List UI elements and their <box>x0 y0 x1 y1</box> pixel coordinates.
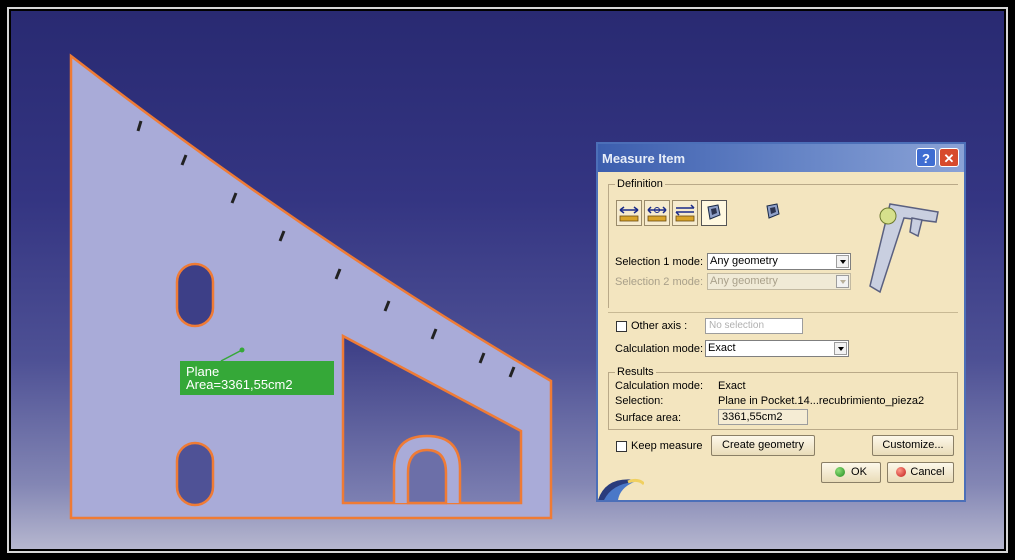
selection1-label: Selection 1 mode: <box>615 256 704 268</box>
measure-between-fan-icon[interactable] <box>672 200 698 226</box>
annotation-anchor <box>239 347 245 353</box>
annotation-line2: Area=3361,55cm2 <box>186 377 293 392</box>
screen-frame: Plane Area=3361,55cm2 Measure Item ? ✕ D… <box>0 0 1015 560</box>
selection2-combo: Any geometry <box>707 273 851 290</box>
calc-mode-value: Exact <box>708 342 736 354</box>
cancel-button[interactable]: Cancel <box>887 462 954 483</box>
dialog-title: Measure Item <box>602 151 686 166</box>
ok-label: OK <box>851 466 867 478</box>
selection1-value: Any geometry <box>710 255 778 267</box>
ok-button[interactable]: OK <box>821 462 881 483</box>
result-calc-mode-key: Calculation mode: <box>615 380 704 392</box>
other-axis-field[interactable]: No selection <box>705 318 803 334</box>
measure-between-icon[interactable] <box>616 200 642 226</box>
result-selection-value: Plane in Pocket.14...recubrimiento_pieza… <box>718 395 925 407</box>
create-geometry-button[interactable]: Create geometry <box>711 435 815 456</box>
selection2-label: Selection 2 mode: <box>615 276 704 288</box>
selection1-combo[interactable]: Any geometry <box>707 253 851 270</box>
selection2-value: Any geometry <box>710 275 778 287</box>
measure-item-dialog[interactable]: Measure Item ? ✕ Definition Selection 1 … <box>596 142 966 502</box>
divider <box>608 312 958 313</box>
result-selection-key: Selection: <box>615 395 664 407</box>
cancel-icon <box>896 467 907 478</box>
definition-legend: Definition <box>617 178 663 190</box>
chevron-down-icon[interactable] <box>836 255 849 268</box>
oval-hole-top <box>175 262 215 328</box>
customize-button[interactable]: Customize... <box>872 435 954 456</box>
chevron-down-icon <box>836 275 849 288</box>
close-button[interactable]: ✕ <box>939 148 959 167</box>
other-axis-label: Other axis : <box>631 320 688 332</box>
arch-hole <box>406 448 448 505</box>
dialog-titlebar[interactable]: Measure Item ? ✕ <box>598 144 964 172</box>
result-area-key: Surface area: <box>615 412 682 424</box>
result-area-value: 3361,55cm2 <box>718 409 808 425</box>
results-legend: Results <box>617 366 654 378</box>
calc-mode-combo[interactable]: Exact <box>705 340 849 357</box>
chevron-down-icon[interactable] <box>834 342 847 355</box>
caliper-icon <box>869 203 939 294</box>
measure-item-icon[interactable] <box>701 200 727 226</box>
other-axis-checkbox[interactable] <box>616 321 627 332</box>
measure-between-chain-icon[interactable] <box>644 200 670 226</box>
keep-measure-label: Keep measure <box>631 440 703 452</box>
calc-mode-label: Calculation mode: <box>615 343 704 355</box>
oval-hole-bottom <box>175 441 215 507</box>
result-calc-mode-value: Exact <box>718 380 746 392</box>
help-button[interactable]: ? <box>916 148 936 167</box>
globe-logo-icon <box>598 478 644 500</box>
cancel-label: Cancel <box>910 466 945 478</box>
ok-icon <box>835 467 846 478</box>
keep-measure-checkbox[interactable] <box>616 441 627 452</box>
area-annotation[interactable]: Plane Area=3361,55cm2 <box>180 361 334 395</box>
measure-thickness-icon[interactable] <box>761 200 787 226</box>
